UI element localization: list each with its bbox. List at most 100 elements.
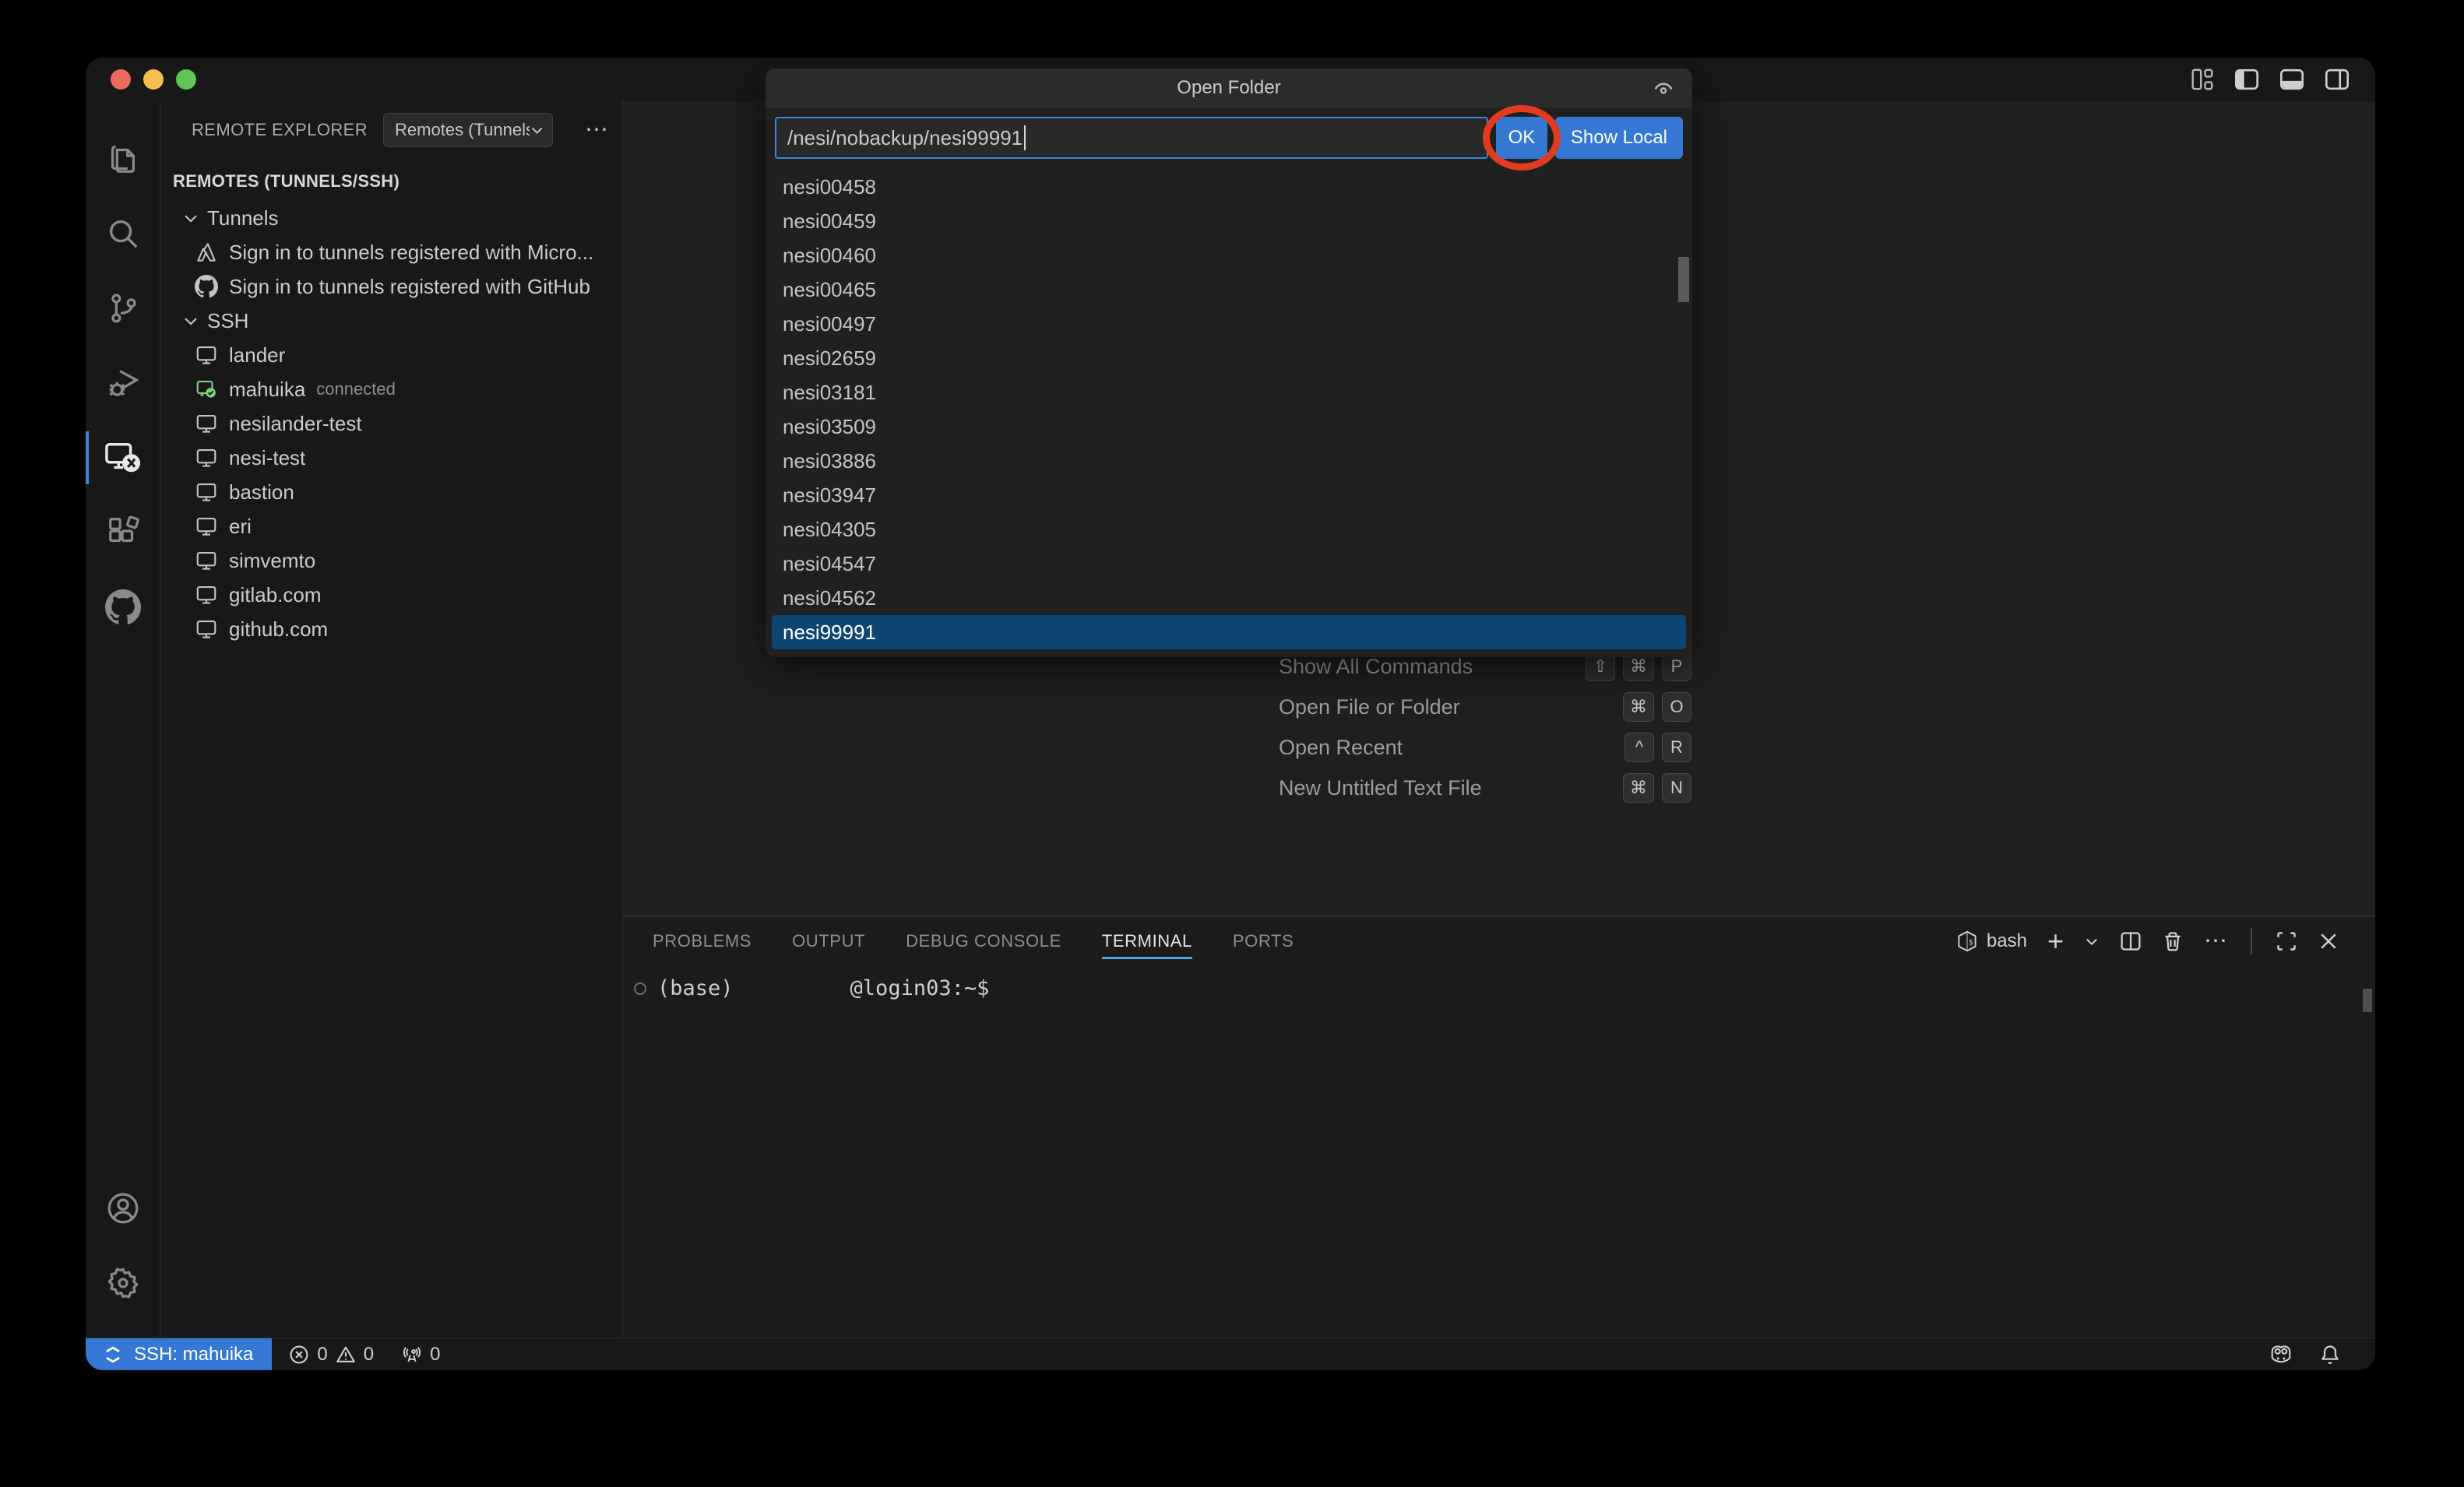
folder-option-selected[interactable]: nesi99991 — [772, 615, 1686, 649]
source-control-icon[interactable] — [86, 271, 160, 346]
search-icon[interactable] — [86, 196, 160, 271]
run-debug-icon[interactable] — [86, 346, 160, 420]
accounts-icon[interactable] — [86, 1171, 160, 1246]
chevron-down-icon — [182, 312, 199, 329]
minimize-window-button[interactable] — [143, 69, 164, 90]
tab-problems[interactable]: PROBLEMS — [653, 917, 752, 965]
split-terminal-icon[interactable] — [2120, 930, 2142, 952]
terminal-env: (base) — [657, 976, 734, 1000]
folder-option[interactable]: nesi03509 — [772, 410, 1686, 444]
github-icon[interactable] — [86, 570, 160, 645]
vm-icon — [195, 480, 218, 504]
folder-option[interactable]: nesi03181 — [772, 375, 1686, 410]
keycap: N — [1662, 773, 1691, 803]
vm-icon — [195, 412, 218, 435]
folder-option[interactable]: nesi00460 — [772, 238, 1686, 272]
tree-item-host[interactable]: nesilander-test — [160, 406, 622, 441]
folder-path-input[interactable]: /nesi/nobackup/nesi99991 — [775, 117, 1488, 159]
tree-item-host[interactable]: bastion — [160, 475, 622, 509]
folder-option[interactable]: nesi04547 — [772, 547, 1686, 581]
vm-icon — [195, 583, 218, 606]
copilot-icon[interactable] — [2268, 1343, 2294, 1366]
remote-view-selector[interactable]: Remotes (Tunnels — [383, 113, 553, 147]
ports-indicator[interactable]: 0 — [402, 1344, 440, 1366]
customize-layout-icon[interactable] — [2191, 69, 2213, 90]
tab-terminal[interactable]: TERMINAL — [1102, 917, 1192, 965]
folder-option[interactable]: nesi03886 — [772, 444, 1686, 478]
connected-badge: connected — [316, 379, 396, 399]
vm-icon — [195, 446, 218, 469]
tree-item-signin-github[interactable]: Sign in to tunnels registered with GitHu… — [160, 269, 622, 304]
command-decoration-icon — [634, 983, 646, 995]
folder-option[interactable]: nesi00459 — [772, 204, 1686, 238]
shortcut-row: Open Recent ^ R — [1279, 727, 1691, 768]
tree-item-host[interactable]: eri — [160, 509, 622, 543]
kill-terminal-trash-icon[interactable] — [2162, 930, 2184, 952]
keycap: ^ — [1624, 733, 1654, 762]
status-bar: SSH: mahuika 0 0 0 — [86, 1338, 2375, 1370]
terminal-dropdown-chevron-icon[interactable] — [2084, 933, 2100, 949]
terminal-prompt: @login03:~$ — [850, 976, 990, 1000]
radio-tower-icon — [402, 1345, 422, 1365]
folder-option[interactable]: nesi02659 — [772, 341, 1686, 375]
show-local-button[interactable]: Show Local — [1555, 117, 1683, 159]
toggle-primary-sidebar-icon[interactable] — [2235, 69, 2258, 90]
remote-explorer-icon[interactable] — [86, 420, 160, 495]
tree-item-host[interactable]: simvemto — [160, 543, 622, 578]
tab-output[interactable]: OUTPUT — [792, 917, 865, 965]
visibility-icon[interactable] — [1652, 76, 1675, 100]
extensions-icon[interactable] — [86, 495, 160, 570]
sidebar-title: REMOTE EXPLORER — [192, 120, 368, 140]
notifications-bell-icon[interactable] — [2319, 1344, 2341, 1366]
terminal-shell-entry[interactable]: $ bash — [1955, 930, 2027, 953]
remote-indicator[interactable]: SSH: mahuika — [86, 1338, 272, 1370]
terminal-scrollbar-thumb[interactable] — [2363, 989, 2372, 1012]
zoom-window-button[interactable] — [176, 69, 196, 90]
dialog-scrollbar-thumb[interactable] — [1678, 257, 1689, 302]
vm-icon — [195, 343, 218, 367]
folder-option[interactable]: nesi00458 — [772, 170, 1686, 204]
tree-item-signin-microsoft[interactable]: Sign in to tunnels registered with Micro… — [160, 235, 622, 269]
folder-option[interactable]: nesi00465 — [772, 272, 1686, 307]
tab-ports[interactable]: PORTS — [1233, 917, 1294, 965]
maximize-panel-icon[interactable] — [2276, 930, 2297, 952]
tree-item-host[interactable]: lander — [160, 338, 622, 372]
folder-option[interactable]: nesi04562 — [772, 581, 1686, 615]
tree-item-host[interactable]: gitlab.com — [160, 578, 622, 612]
folder-option[interactable]: nesi03947 — [772, 478, 1686, 512]
ok-button[interactable]: OK — [1496, 117, 1547, 159]
bottom-panel: PROBLEMS OUTPUT DEBUG CONSOLE TERMINAL P… — [623, 916, 2375, 1338]
toolbar-divider — [2251, 928, 2252, 954]
keycap: O — [1662, 692, 1691, 722]
more-actions-icon[interactable]: ⋯ — [585, 118, 608, 142]
vm-icon — [195, 549, 218, 572]
vm-connected-icon — [195, 378, 218, 401]
tree-item-host[interactable]: github.com — [160, 612, 622, 646]
tree-item-host[interactable]: nesi-test — [160, 441, 622, 475]
folder-option[interactable]: nesi00497 — [772, 307, 1686, 341]
dialog-titlebar[interactable]: Open Folder — [766, 69, 1692, 107]
svg-text:$: $ — [1969, 938, 1973, 947]
keycap: R — [1662, 733, 1691, 762]
new-terminal-icon[interactable]: + — [2047, 927, 2064, 955]
text-caret — [1024, 125, 1026, 150]
problems-indicator[interactable]: 0 0 — [289, 1344, 374, 1366]
section-header[interactable]: REMOTES (TUNNELS/SSH) — [160, 159, 622, 201]
tab-debug-console[interactable]: DEBUG CONSOLE — [906, 917, 1061, 965]
terminal-content[interactable]: (base) @login03:~$ — [623, 976, 2375, 1000]
explorer-icon[interactable] — [86, 121, 160, 196]
folder-option[interactable]: nesi04305 — [772, 512, 1686, 547]
settings-gear-icon[interactable] — [86, 1246, 160, 1320]
tree-item-tunnels[interactable]: Tunnels — [160, 201, 622, 235]
tree-item-ssh[interactable]: SSH — [160, 304, 622, 338]
keycap: ⌘ — [1623, 692, 1654, 722]
terminal-bash-icon: $ — [1955, 930, 1979, 953]
tree-item-host-connected[interactable]: mahuika connected — [160, 372, 622, 406]
close-panel-icon[interactable] — [2318, 930, 2339, 952]
panel-more-actions-icon[interactable]: ⋯ — [2204, 930, 2227, 953]
toggle-secondary-sidebar-icon[interactable] — [2325, 69, 2349, 90]
toggle-panel-icon[interactable] — [2280, 69, 2304, 90]
remote-icon — [103, 1345, 123, 1365]
close-window-button[interactable] — [111, 69, 131, 90]
activity-bar — [86, 101, 160, 1338]
